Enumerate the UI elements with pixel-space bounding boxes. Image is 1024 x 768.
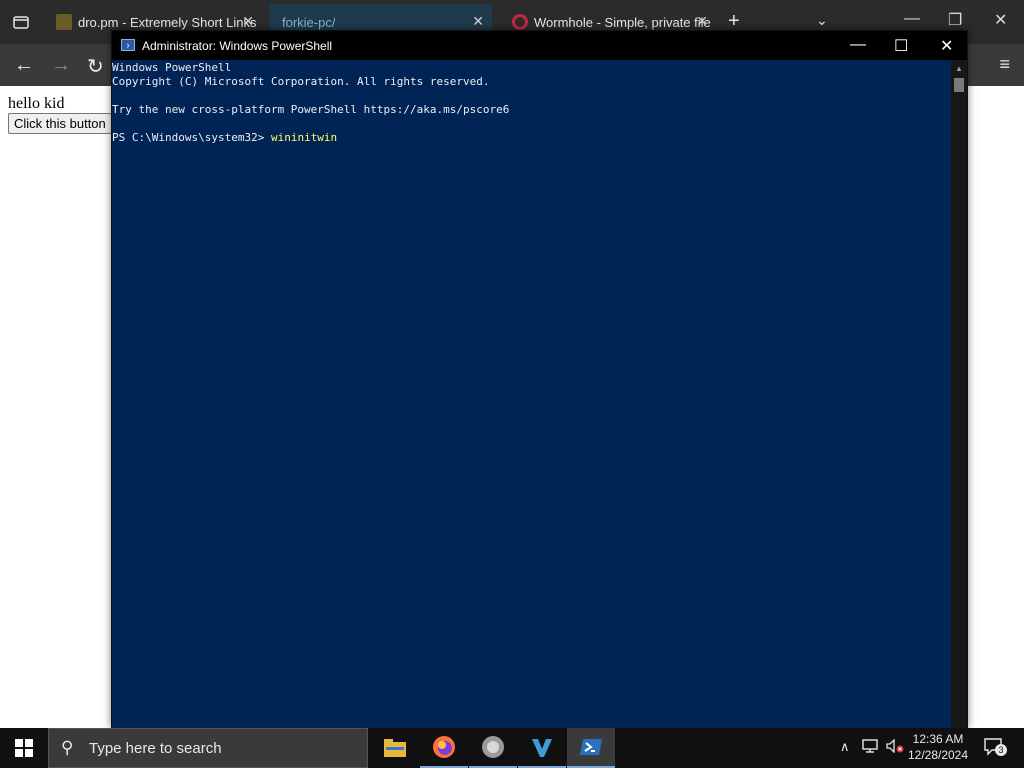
clock-time: 12:36 AM <box>912 732 964 746</box>
console-line: Windows PowerShell <box>112 61 232 74</box>
taskbar: ⚲ Type here to search ∧ 12:36 AM 12/28/2… <box>0 728 1024 768</box>
click-this-button[interactable]: Click this button <box>8 113 112 134</box>
forward-button[interactable]: → <box>51 54 71 77</box>
console-prompt-line: PS C:\Windows\system32> wininitwin <box>112 131 337 144</box>
visual-studio-button[interactable] <box>518 728 566 768</box>
app-icon <box>482 736 504 758</box>
visual-studio-icon <box>532 739 552 757</box>
windows-logo-icon <box>15 739 33 757</box>
clock[interactable]: 12:36 AM 12/28/2024 <box>900 731 976 763</box>
notification-count: 3 <box>995 744 1007 756</box>
back-button[interactable]: ← <box>14 54 34 77</box>
console-prompt: PS C:\Windows\system32> <box>112 131 271 144</box>
powershell-title-bar[interactable]: › Administrator: Windows PowerShell — ☐ … <box>112 31 967 60</box>
browser-minimize-button[interactable]: — <box>904 10 920 28</box>
ps-maximize-button[interactable]: ☐ <box>894 36 908 56</box>
dro-pm-favicon-icon <box>56 14 72 30</box>
browser-menu-button[interactable]: ≡ <box>999 54 1010 75</box>
search-placeholder: Type here to search <box>89 740 222 757</box>
search-icon: ⚲ <box>61 738 74 757</box>
scroll-up-icon[interactable]: ▲ <box>955 64 963 73</box>
browser-restore-button[interactable]: ❐ <box>948 10 962 30</box>
tab-list-button[interactable] <box>6 8 36 36</box>
show-hidden-icons-button[interactable]: ∧ <box>840 739 850 755</box>
tab-title: forkie-pc/ <box>282 14 336 30</box>
list-all-tabs-button[interactable]: ⌄ <box>816 12 828 29</box>
firefox-icon <box>433 736 455 758</box>
ps-minimize-button[interactable]: — <box>850 36 866 54</box>
console-line: Try the new cross-platform PowerShell ht… <box>112 103 510 116</box>
notifications-button[interactable]: 3 <box>984 738 1007 756</box>
taskbar-search-box[interactable]: ⚲ Type here to search <box>48 728 368 768</box>
tab-title: dro.pm - Extremely Short Links <box>78 14 257 30</box>
powershell-console[interactable]: Windows PowerShell Copyright (C) Microso… <box>112 60 952 729</box>
clock-date: 12/28/2024 <box>907 748 969 762</box>
hello-text: hello kid <box>8 95 65 112</box>
powershell-taskbar-button[interactable] <box>567 728 615 768</box>
file-explorer-icon <box>384 739 406 757</box>
console-line: Copyright (C) Microsoft Corporation. All… <box>112 75 490 88</box>
powershell-icon: › <box>121 39 135 51</box>
window-title: Administrator: Windows PowerShell <box>142 39 333 53</box>
file-explorer-button[interactable] <box>371 728 419 768</box>
scrollbar-thumb[interactable] <box>954 78 964 92</box>
powershell-scrollbar[interactable]: ▲ <box>951 60 967 729</box>
wormhole-favicon-icon <box>512 14 528 30</box>
tab-close-icon[interactable]: ✕ <box>472 13 484 30</box>
tab-close-icon[interactable]: ✕ <box>242 13 254 30</box>
network-icon[interactable] <box>862 739 878 756</box>
firefox-button[interactable] <box>420 728 468 768</box>
powershell-window[interactable]: › Administrator: Windows PowerShell — ☐ … <box>111 30 968 729</box>
console-command: wininitwin <box>270 131 338 144</box>
tab-close-icon[interactable]: ✕ <box>696 13 708 30</box>
tab-title: Wormhole - Simple, private file <box>534 14 711 30</box>
start-button[interactable] <box>0 728 48 768</box>
reload-button[interactable]: ↻ <box>87 54 104 79</box>
app-button[interactable] <box>469 728 517 768</box>
browser-close-button[interactable]: ✕ <box>994 10 1007 30</box>
tab-list-icon <box>13 16 29 29</box>
powershell-icon <box>580 739 602 755</box>
ps-close-button[interactable]: ✕ <box>940 36 953 56</box>
